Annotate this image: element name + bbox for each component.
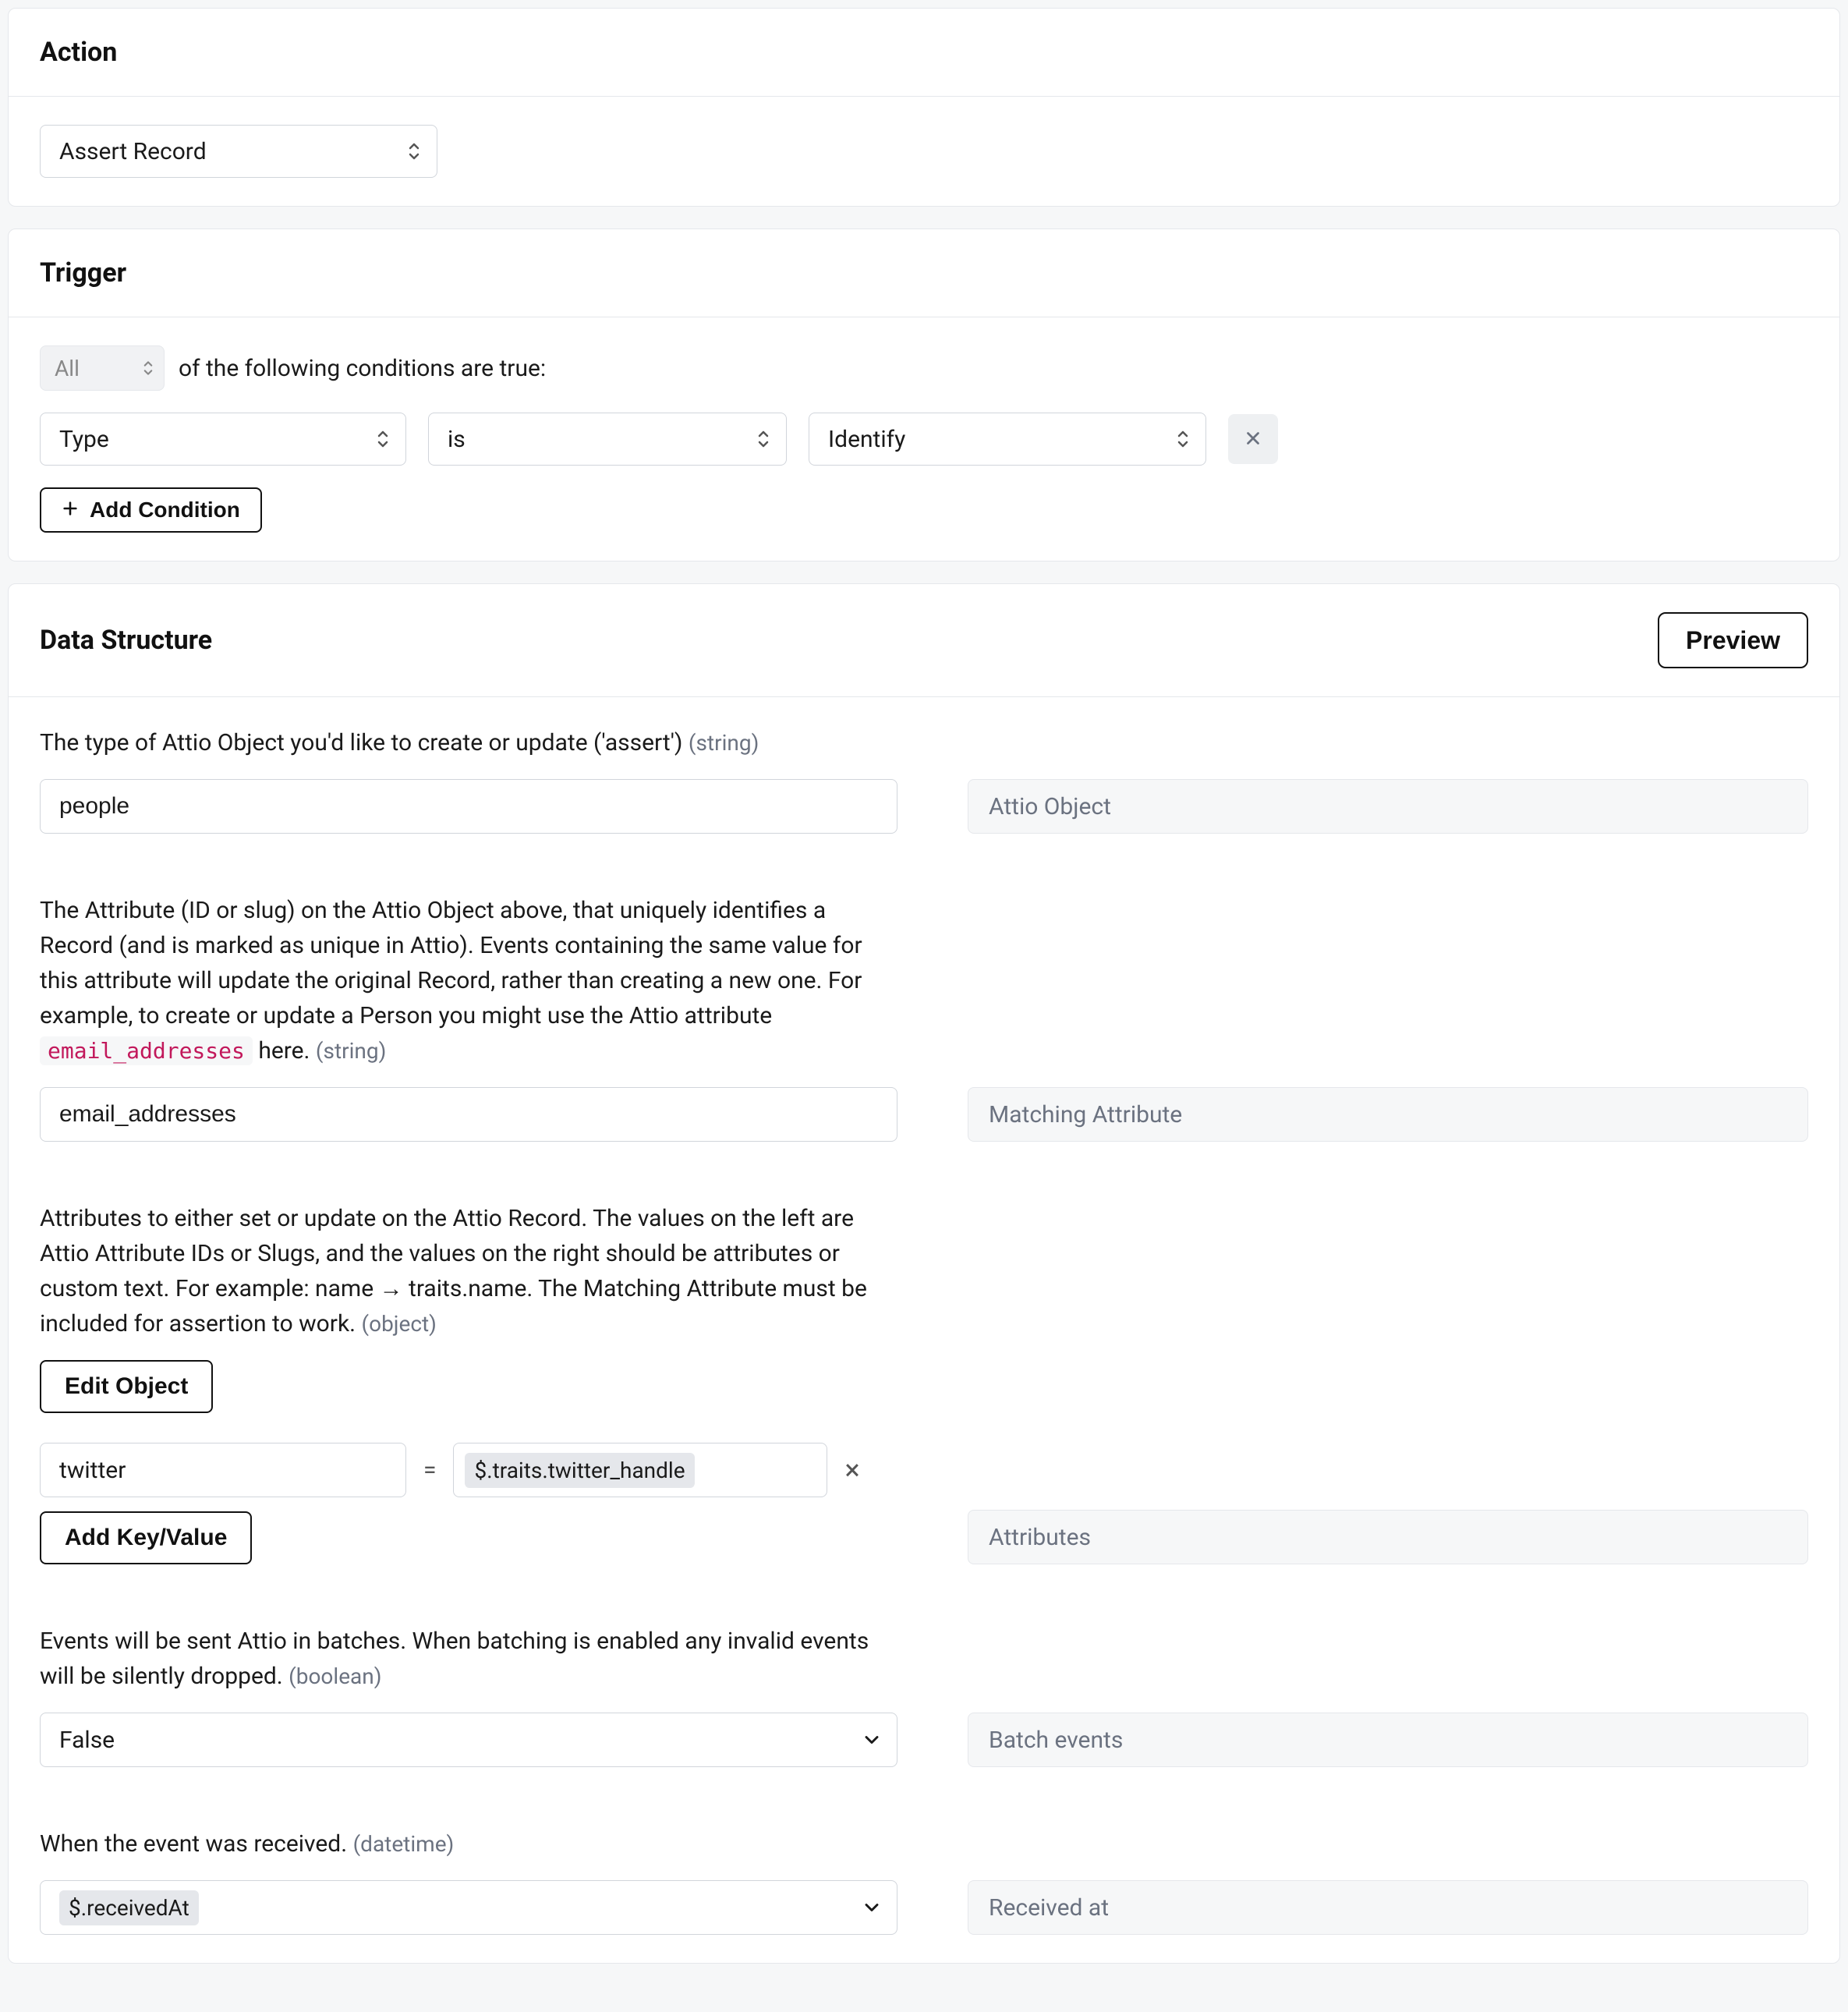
received-at-desc: When the event was received. (datetime) [40,1826,897,1861]
add-kv-button[interactable]: Add Key/Value [40,1511,252,1564]
object-type-side-label: Attio Object [968,779,1808,834]
add-condition-button[interactable]: Add Condition [40,487,262,533]
condition-field-value: Type [59,426,109,453]
chevron-down-icon [861,1897,883,1918]
kv-value-input[interactable]: $.traits.twitter_handle [453,1443,827,1497]
add-condition-label: Add Condition [90,498,240,522]
kv-row: twitter = $.traits.twitter_handle × [40,1443,897,1497]
batch-side-label: Batch events [968,1713,1808,1767]
updown-icon [407,141,421,161]
received-at-select[interactable]: $.receivedAt [40,1880,897,1935]
action-title: Action [40,37,117,68]
matching-attr-input[interactable] [40,1087,897,1142]
condition-value-value: Identify [828,426,905,453]
action-select-value: Assert Record [59,138,207,165]
object-type-desc: The type of Attio Object you'd like to c… [40,725,897,760]
add-kv-label: Add Key/Value [65,1525,227,1551]
condition-row: Type is Identify [40,413,1808,466]
remove-kv-button[interactable]: × [840,1456,864,1484]
updown-icon [376,429,390,449]
kv-key-input[interactable]: twitter [40,1443,406,1497]
field-matching-attribute: The Attribute (ID or slug) on the Attio … [40,893,1808,1142]
close-icon: × [844,1454,859,1486]
received-at-token: $.receivedAt [59,1890,199,1925]
batch-value: False [59,1727,115,1754]
field-attributes: Attributes to either set or update on th… [40,1201,1808,1564]
trigger-mode-select[interactable]: All [40,345,165,391]
action-body: Assert Record [9,97,1839,206]
trigger-mode-suffix: of the following conditions are true: [179,355,546,382]
object-type-input[interactable] [40,779,897,834]
data-structure-panel: Data Structure Preview The type of Attio… [8,583,1840,1964]
data-structure-header: Data Structure Preview [9,584,1839,697]
batch-desc: Events will be sent Attio in batches. Wh… [40,1624,897,1694]
close-icon [1243,428,1263,451]
edit-object-label: Edit Object [65,1373,188,1400]
updown-icon [1176,429,1190,449]
condition-operator-value: is [448,426,466,453]
matching-attr-desc: The Attribute (ID or slug) on the Attio … [40,893,897,1068]
matching-attr-side-label: Matching Attribute [968,1087,1808,1142]
action-select[interactable]: Assert Record [40,125,437,178]
condition-operator-select[interactable]: is [428,413,787,466]
updown-icon [756,429,770,449]
updown-icon [142,360,154,377]
action-header: Action [9,9,1839,97]
remove-condition-button[interactable] [1228,414,1278,464]
preview-label: Preview [1686,626,1780,654]
trigger-mode-value: All [55,356,80,381]
edit-object-button[interactable]: Edit Object [40,1360,213,1413]
field-object-type: The type of Attio Object you'd like to c… [40,725,1808,834]
field-received-at: When the event was received. (datetime) … [40,1826,1808,1935]
preview-button[interactable]: Preview [1658,612,1808,668]
trigger-mode-row: All of the following conditions are true… [40,345,1808,391]
trigger-panel: Trigger All of the following conditions … [8,228,1840,561]
equals-sign: = [419,1457,441,1484]
data-structure-title: Data Structure [40,625,212,656]
trigger-header: Trigger [9,229,1839,317]
batch-select[interactable]: False [40,1713,897,1767]
trigger-body: All of the following conditions are true… [9,317,1839,561]
received-at-side-label: Received at [968,1880,1808,1935]
chevron-down-icon [861,1729,883,1751]
condition-field-select[interactable]: Type [40,413,406,466]
action-panel: Action Assert Record [8,8,1840,207]
plus-icon [62,498,79,522]
kv-value-token: $.traits.twitter_handle [465,1453,694,1488]
condition-value-select[interactable]: Identify [809,413,1206,466]
attributes-side-label: Attributes [968,1510,1808,1564]
attributes-desc: Attributes to either set or update on th… [40,1201,897,1341]
trigger-title: Trigger [40,257,126,289]
field-batch: Events will be sent Attio in batches. Wh… [40,1624,1808,1767]
data-structure-body: The type of Attio Object you'd like to c… [9,697,1839,1963]
